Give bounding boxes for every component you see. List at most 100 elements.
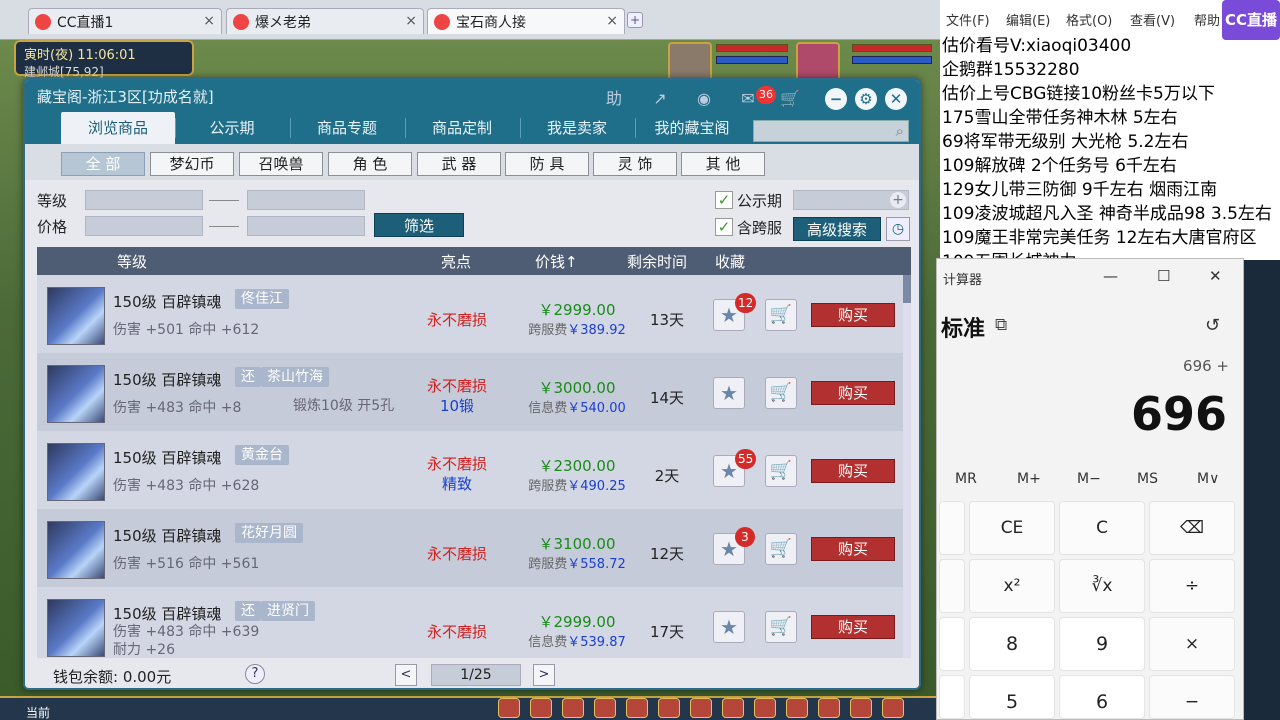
calc-key-5[interactable]: 5 xyxy=(969,675,1055,719)
game-menu-icon[interactable] xyxy=(498,698,520,718)
category-character[interactable]: 角 色 xyxy=(328,152,412,176)
calc-key-multiply[interactable]: × xyxy=(1149,617,1235,671)
category-armor[interactable]: 防 具 xyxy=(505,152,589,176)
price-min-input[interactable] xyxy=(85,216,203,236)
menu-help[interactable]: 帮助 xyxy=(1194,10,1220,29)
pet-avatar[interactable] xyxy=(668,42,712,82)
close-button[interactable]: ✕ xyxy=(885,88,907,110)
game-menu-icon[interactable] xyxy=(658,698,680,718)
maximize-icon[interactable]: ☐ xyxy=(1157,267,1170,285)
game-menu-icon[interactable] xyxy=(786,698,808,718)
close-icon[interactable]: × xyxy=(606,13,618,29)
memory-subtract[interactable]: M− xyxy=(1077,471,1101,487)
calc-key-clipped[interactable] xyxy=(939,675,965,719)
minimize-icon[interactable]: — xyxy=(1103,267,1118,285)
calc-key-minus[interactable]: − xyxy=(1149,675,1235,719)
game-menu-icon[interactable] xyxy=(818,698,840,718)
item-icon[interactable] xyxy=(47,287,105,345)
price-max-input[interactable] xyxy=(247,216,365,236)
table-row[interactable]: 150级 百辟镇魂 黄金台 伤害 +483 命中 +628 永不磨损 精致 ￥2… xyxy=(37,431,903,509)
game-menu-icon[interactable] xyxy=(594,698,616,718)
browser-tab-2[interactable]: 爆メ老弟 × xyxy=(226,8,424,34)
game-menu-icon[interactable] xyxy=(882,698,904,718)
keep-on-top-icon[interactable]: ⧉ xyxy=(995,315,1007,335)
buy-button[interactable]: 购买 xyxy=(811,615,895,639)
item-icon[interactable] xyxy=(47,521,105,579)
list-scrollbar[interactable] xyxy=(903,275,911,659)
category-all[interactable]: 全 部 xyxy=(61,152,145,176)
favorite-star-icon[interactable]: ★ xyxy=(713,611,745,643)
game-menu-icon[interactable] xyxy=(562,698,584,718)
favorite-star-icon[interactable]: ★ xyxy=(713,377,745,409)
header-level[interactable]: 等级 xyxy=(117,251,147,272)
game-menu-icon[interactable] xyxy=(690,698,712,718)
clock-icon[interactable]: ◷ xyxy=(886,217,910,241)
add-to-cart-icon[interactable]: 🛒 xyxy=(765,299,797,331)
help-icon[interactable]: ? xyxy=(245,664,265,684)
buy-button[interactable]: 购买 xyxy=(811,459,895,483)
menu-format[interactable]: 格式(O) xyxy=(1066,10,1112,29)
buy-button[interactable]: 购买 xyxy=(811,303,895,327)
table-row[interactable]: 150级 百辟镇魂 还 茶山竹海 伤害 +483 命中 +8 锻炼10级 开5孔… xyxy=(37,353,903,431)
game-menu-icon[interactable] xyxy=(530,698,552,718)
history-icon[interactable]: ↺ xyxy=(1205,315,1220,336)
game-menu-icon[interactable] xyxy=(626,698,648,718)
calc-key-divide[interactable]: ÷ xyxy=(1149,559,1235,613)
close-icon[interactable]: × xyxy=(405,13,417,29)
search-input[interactable]: ⌕ xyxy=(753,120,909,142)
calc-key-9[interactable]: 9 xyxy=(1059,617,1145,671)
header-price[interactable]: 价钱↑ xyxy=(535,251,578,272)
category-other[interactable]: 其 他 xyxy=(681,152,765,176)
memory-recall[interactable]: MR xyxy=(955,471,977,487)
table-row[interactable]: 150级 百辟镇魂 佟佳江 伤害 +501 命中 +612 永不磨损 ￥2999… xyxy=(37,275,903,353)
advanced-search-button[interactable]: 高级搜索 xyxy=(793,217,881,241)
memory-add[interactable]: M+ xyxy=(1017,471,1041,487)
player-avatar[interactable] xyxy=(796,42,840,82)
close-icon[interactable]: ✕ xyxy=(1209,267,1222,285)
close-icon[interactable]: × xyxy=(203,13,215,29)
calc-key-8[interactable]: 8 xyxy=(969,617,1055,671)
item-icon[interactable] xyxy=(47,365,105,423)
prev-page-button[interactable]: < xyxy=(395,664,417,686)
cross-server-checkbox[interactable]: ✓ xyxy=(715,218,733,236)
item-icon[interactable] xyxy=(47,443,105,501)
add-to-cart-icon[interactable]: 🛒 xyxy=(765,611,797,643)
calc-key-ce[interactable]: CE xyxy=(969,501,1055,555)
memory-list[interactable]: M∨ xyxy=(1197,471,1219,487)
filter-button[interactable]: 筛选 xyxy=(374,213,464,237)
table-row[interactable]: 150级 百辟镇魂 还 进贤门 伤害 +483 命中 +639 耐力 +26 永… xyxy=(37,587,903,659)
notepad-text-area[interactable]: 估价看号V:xiaoqi03400 企鹅群15532280 估价上号CBG链接1… xyxy=(942,34,1280,274)
category-accessory[interactable]: 灵 饰 xyxy=(593,152,677,176)
game-menu-icon[interactable] xyxy=(722,698,744,718)
level-max-input[interactable] xyxy=(247,190,365,210)
calc-key-clipped[interactable] xyxy=(939,617,965,671)
game-menu-icon[interactable] xyxy=(754,698,776,718)
tab-custom[interactable]: 商品定制 xyxy=(405,112,519,144)
next-page-button[interactable]: > xyxy=(533,664,555,686)
tab-browse[interactable]: 浏览商品 xyxy=(61,112,175,144)
menu-file[interactable]: 文件(F) xyxy=(946,10,990,29)
memory-store[interactable]: MS xyxy=(1137,471,1158,487)
tab-seller[interactable]: 我是卖家 xyxy=(520,112,634,144)
tab-publicity[interactable]: 公示期 xyxy=(175,112,289,144)
page-indicator[interactable]: 1/25 xyxy=(431,664,521,686)
browser-tab-1[interactable]: CC直播1 × xyxy=(28,8,222,34)
publicity-checkbox[interactable]: ✓ xyxy=(715,191,733,209)
category-weapon[interactable]: 武 器 xyxy=(417,152,501,176)
stop-icon[interactable]: ◉ xyxy=(693,88,715,110)
share-icon[interactable]: ↗ xyxy=(649,88,671,110)
add-to-cart-icon[interactable]: 🛒 xyxy=(765,455,797,487)
add-icon[interactable]: + xyxy=(890,192,906,208)
calc-key-cbrt[interactable]: ∛x xyxy=(1059,559,1145,613)
tab-my-pavilion[interactable]: 我的藏宝阁 xyxy=(635,112,749,144)
search-icon[interactable]: ⌕ xyxy=(896,122,904,140)
publicity-select[interactable]: + xyxy=(793,190,909,210)
game-menu-icon[interactable] xyxy=(850,698,872,718)
header-time-left[interactable]: 剩余时间 xyxy=(627,251,687,272)
calc-key-6[interactable]: 6 xyxy=(1059,675,1145,719)
calc-key-clipped[interactable] xyxy=(939,501,965,555)
category-currency[interactable]: 梦幻币 xyxy=(150,152,234,176)
settings-icon[interactable]: ⚙ xyxy=(855,88,877,110)
item-icon[interactable] xyxy=(47,599,105,657)
scrollbar-thumb[interactable] xyxy=(903,275,911,303)
